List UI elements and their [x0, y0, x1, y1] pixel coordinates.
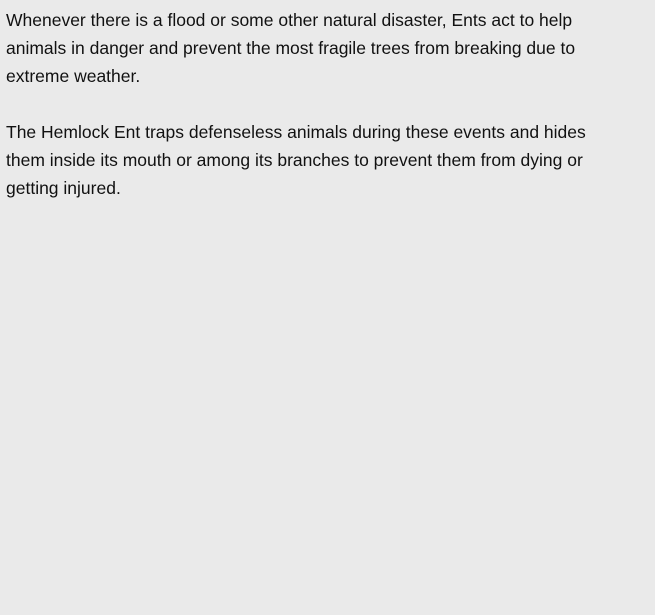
article-body: Whenever there is a flood or some other …: [6, 6, 606, 230]
paragraph-flood-help: Whenever there is a flood or some other …: [6, 10, 576, 86]
paragraph-hemlock-ent: The Hemlock Ent traps defenseless animal…: [6, 122, 586, 198]
